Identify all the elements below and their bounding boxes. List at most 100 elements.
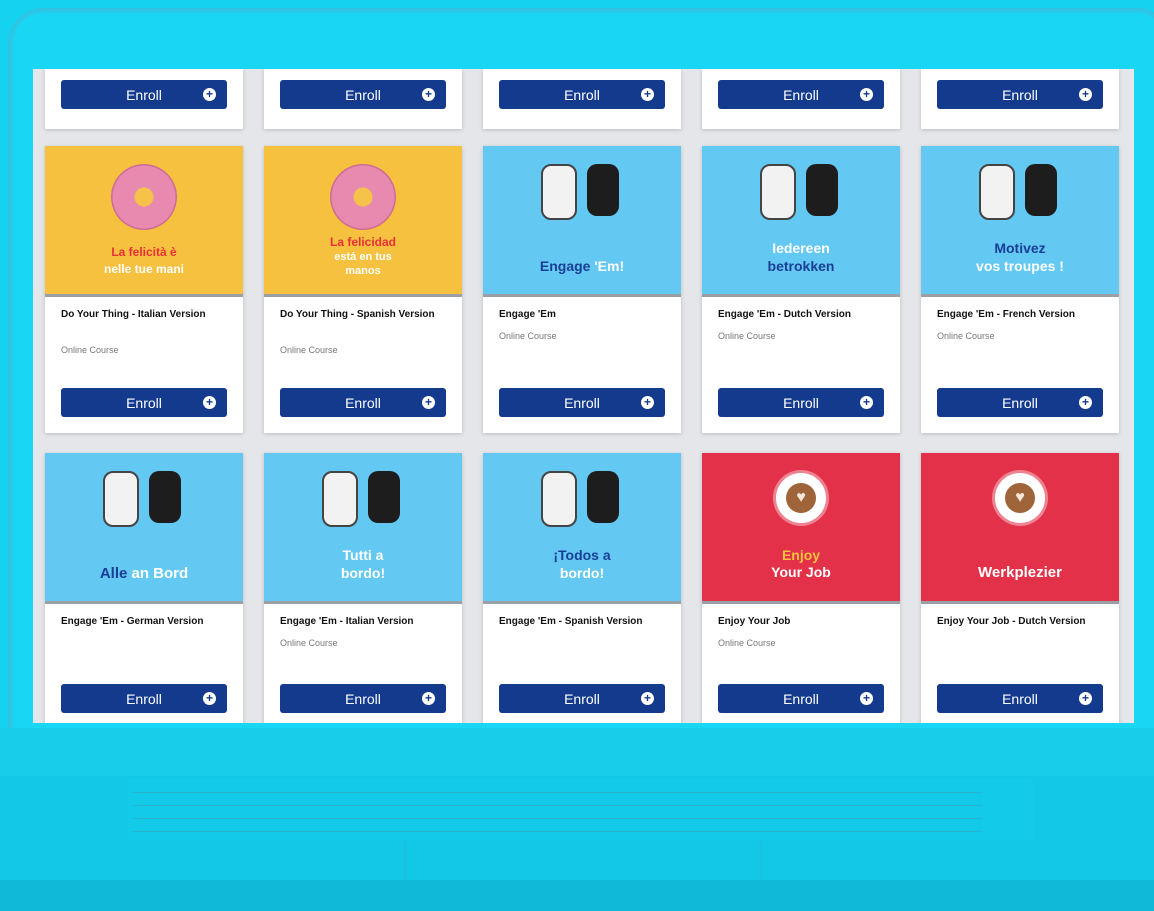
enroll-label: Enroll [345, 690, 381, 707]
enroll-label: Enroll [1002, 86, 1038, 103]
enroll-button[interactable]: Enroll + [280, 684, 446, 713]
enroll-label: Enroll [126, 394, 162, 411]
divider [483, 294, 681, 297]
plus-icon: + [203, 692, 216, 705]
course-card[interactable]: Motivez vos troupes ! Engage 'Em - Frenc… [921, 146, 1119, 433]
black-controller-icon [587, 164, 619, 216]
white-controller-icon [322, 471, 358, 527]
course-thumbnail: Alle an Bord [45, 453, 243, 601]
divider [45, 601, 243, 604]
enroll-button[interactable]: Enroll + [718, 388, 884, 417]
thumb-caption: nelle tue mani [103, 262, 185, 276]
course-card[interactable]: La felicidad está en tus manos Do Your T… [264, 146, 462, 433]
course-title: Engage 'Em [499, 309, 556, 320]
black-controller-icon [1025, 164, 1057, 216]
enroll-label: Enroll [564, 394, 600, 411]
enroll-button[interactable]: Enroll + [280, 80, 446, 109]
thumb-caption-part: an Bord [131, 565, 189, 582]
divider [702, 294, 900, 297]
course-type: Online Course [718, 638, 776, 648]
white-controller-icon [979, 164, 1015, 220]
enroll-button[interactable]: Enroll + [499, 684, 665, 713]
plus-icon: + [860, 692, 873, 705]
course-type: Online Course [499, 331, 557, 341]
divider [264, 294, 462, 297]
thumb-caption: La felicità è [111, 245, 177, 259]
course-type: Online Course [718, 331, 776, 341]
course-thumbnail: Iedereen betrokken [702, 146, 900, 294]
laptop-base-edge [0, 880, 1154, 911]
plus-icon: + [422, 396, 435, 409]
coffee-cup-icon: ♥ [995, 473, 1045, 523]
enroll-button[interactable]: Enroll + [937, 80, 1103, 109]
course-title: Enjoy Your Job - Dutch Version [937, 616, 1086, 627]
plus-icon: + [641, 692, 654, 705]
heart-latte-icon: ♥ [786, 483, 816, 513]
enroll-label: Enroll [564, 690, 600, 707]
course-thumbnail: ♥ Enjoy Your Job [702, 453, 900, 601]
course-card: Enroll + [702, 69, 900, 129]
divider [921, 294, 1119, 297]
course-card[interactable]: ♥ Werkplezier Enjoy Your Job - Dutch Ver… [921, 453, 1119, 723]
plus-icon: + [203, 88, 216, 101]
keyboard-row [132, 805, 982, 806]
plus-icon: + [203, 396, 216, 409]
course-card: Enroll + [45, 69, 243, 129]
thumb-caption: Tutti a [342, 547, 384, 563]
course-title: Do Your Thing - Italian Version [61, 309, 206, 320]
plus-icon: + [641, 396, 654, 409]
enroll-button[interactable]: Enroll + [499, 388, 665, 417]
thumb-caption: Werkplezier [978, 564, 1062, 581]
course-card[interactable]: Iedereen betrokken Engage 'Em - Dutch Ve… [702, 146, 900, 433]
white-controller-icon [760, 164, 796, 220]
enroll-button[interactable]: Enroll + [718, 684, 884, 713]
course-thumbnail: Tutti a bordo! [264, 453, 462, 601]
course-card[interactable]: ¡Todos a bordo! Engage 'Em - Spanish Ver… [483, 453, 681, 723]
course-title: Do Your Thing - Spanish Version [280, 309, 435, 320]
enroll-button[interactable]: Enroll + [718, 80, 884, 109]
thumb-caption: Iedereen [772, 240, 830, 256]
donut-icon [111, 164, 177, 230]
thumb-caption: Your Job [771, 564, 831, 580]
course-card: Enroll + [264, 69, 462, 129]
heart-latte-icon: ♥ [1005, 483, 1035, 513]
enroll-button[interactable]: Enroll + [61, 80, 227, 109]
enroll-label: Enroll [126, 690, 162, 707]
thumb-caption-part: Engage [539, 258, 591, 274]
plus-icon: + [422, 88, 435, 101]
enroll-button[interactable]: Enroll + [61, 388, 227, 417]
plus-icon: + [422, 692, 435, 705]
course-title: Enjoy Your Job [718, 616, 791, 627]
divider [921, 601, 1119, 604]
enroll-button[interactable]: Enroll + [61, 684, 227, 713]
course-card: Enroll + [483, 69, 681, 129]
divider [264, 601, 462, 604]
thumb-caption-part: 'Em! [594, 258, 625, 274]
enroll-label: Enroll [564, 86, 600, 103]
course-card[interactable]: ♥ Enjoy Your Job Enjoy Your Job Online C… [702, 453, 900, 723]
course-card: Enroll + [921, 69, 1119, 129]
enroll-button[interactable]: Enroll + [937, 684, 1103, 713]
white-controller-icon [103, 471, 139, 527]
thumb-caption: betrokken [767, 258, 835, 274]
course-card[interactable]: Tutti a bordo! Engage 'Em - Italian Vers… [264, 453, 462, 723]
plus-icon: + [1079, 692, 1092, 705]
course-title: Engage 'Em - Dutch Version [718, 309, 851, 320]
trackpad [405, 842, 762, 880]
course-thumbnail: Engage 'Em! [483, 146, 681, 294]
enroll-button[interactable]: Enroll + [937, 388, 1103, 417]
enroll-button[interactable]: Enroll + [280, 388, 446, 417]
thumb-caption-part: Alle [99, 565, 128, 582]
course-type: Online Course [937, 331, 995, 341]
enroll-label: Enroll [1002, 394, 1038, 411]
divider [702, 601, 900, 604]
enroll-label: Enroll [345, 86, 381, 103]
keyboard-row [132, 818, 982, 819]
course-card[interactable]: Engage 'Em! Engage 'Em Online Course Enr… [483, 146, 681, 433]
enroll-label: Enroll [783, 690, 819, 707]
course-card[interactable]: Alle an Bord Engage 'Em - German Version… [45, 453, 243, 723]
enroll-button[interactable]: Enroll + [499, 80, 665, 109]
black-controller-icon [587, 471, 619, 523]
course-title: Engage 'Em - German Version [61, 616, 204, 627]
course-card[interactable]: La felicità è nelle tue mani Do Your Thi… [45, 146, 243, 433]
